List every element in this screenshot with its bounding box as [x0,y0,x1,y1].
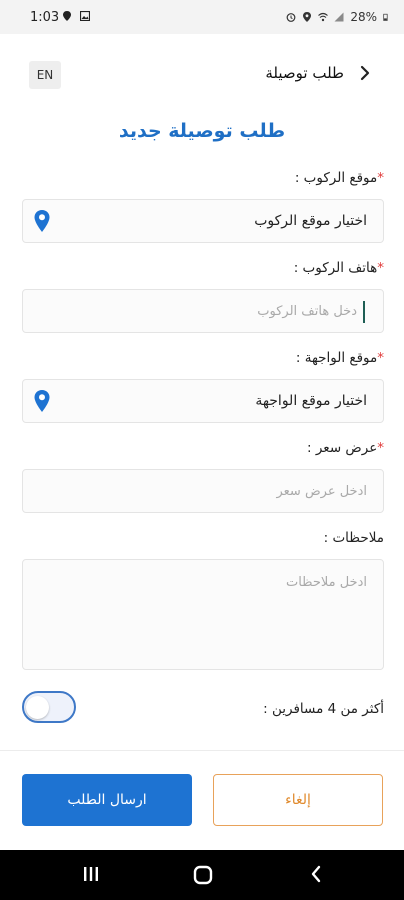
pickup-location-field[interactable]: اختيار موقع الركوب [22,199,384,243]
status-notification-icons [62,11,90,21]
notes-placeholder: ادخل ملاحظات [285,575,367,590]
price-offer-placeholder: ادخل عرض سعر [276,484,367,499]
battery-percentage: 28% [350,10,377,24]
alarm-icon [286,13,296,22]
status-bar: 1:03 28% [0,0,404,34]
location-icon [303,12,312,22]
price-offer-label-text: عرض سعر : [307,440,378,456]
pickup-phone-label-text: هاتف الركوب : [293,260,378,276]
status-time: 1:03 [30,10,60,25]
home-icon[interactable] [192,864,214,886]
map-pin-icon [34,210,50,232]
signal-icon [334,12,344,22]
header-title: طلب توصيلة [265,64,344,82]
required-marker: * [377,260,384,276]
back-arrow-icon[interactable] [358,65,372,81]
pickup-location-value: اختيار موقع الركوب [254,213,367,229]
price-offer-input[interactable]: ادخل عرض سعر [22,469,384,513]
notes-label: ملاحظات : [323,530,384,546]
language-button[interactable]: EN [29,61,61,89]
required-marker: * [377,170,384,186]
app-header: EN طلب توصيلة [0,50,404,94]
pickup-phone-label: *هاتف الركوب : [294,260,384,276]
wifi-icon [318,12,329,22]
pickup-phone-placeholder: دخل هاتف الركوب [257,304,357,319]
required-marker: * [377,440,384,456]
divider [0,750,404,751]
back-icon[interactable] [308,864,324,884]
pickup-location-label-text: موقع الركوب : [294,170,378,186]
battery-icon [383,13,388,21]
destination-label-text: موقع الواجهة : [295,350,378,366]
location-pin-icon [63,11,71,21]
required-marker: * [377,350,384,366]
recent-apps-icon[interactable] [82,864,100,884]
cancel-button[interactable]: إلغاء [213,774,383,826]
status-system-icons: 28% [286,10,390,24]
destination-field[interactable]: اختيار موقع الواجهة [22,379,384,423]
more-passengers-toggle[interactable] [22,690,76,724]
price-offer-label: *عرض سعر : [307,440,384,456]
more-passengers-label: أكثر من 4 مسافرين : [263,701,384,717]
pickup-phone-input[interactable]: دخل هاتف الركوب [22,289,384,333]
system-navigation-bar [0,850,404,900]
destination-value: اختيار موقع الواجهة [255,393,367,409]
submit-request-button[interactable]: ارسال الطلب [22,774,192,826]
destination-label: *موقع الواجهة : [296,350,384,366]
page-title: طلب توصيلة جديد [118,120,286,142]
image-icon [80,11,90,21]
toggle-knob [26,696,49,719]
pickup-location-label: *موقع الركوب : [295,170,384,186]
map-pin-icon [34,390,50,412]
notes-textarea[interactable]: ادخل ملاحظات [22,559,384,670]
text-caret [363,301,365,323]
